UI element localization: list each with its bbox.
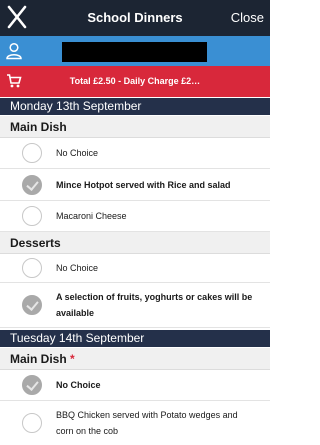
top-bar: School Dinners Close: [0, 0, 270, 36]
option-no-choice[interactable]: No Choice: [0, 255, 270, 283]
option-label: A selection of fruits, yoghurts or cakes…: [56, 292, 253, 318]
option-no-choice[interactable]: No Choice: [0, 371, 270, 401]
total-summary: Total £2.50 - Daily Charge £2…: [69, 76, 201, 86]
option-label: Macaroni Cheese: [56, 211, 127, 221]
radio-button-selected[interactable]: [22, 175, 42, 195]
radio-button-selected[interactable]: [22, 295, 42, 315]
section-title: Main Dish: [10, 120, 67, 134]
option-label: BBQ Chicken served with Potato wedges an…: [56, 410, 238, 436]
required-marker: *: [70, 352, 75, 366]
radio-button[interactable]: [22, 206, 42, 226]
user-icon[interactable]: [5, 42, 23, 60]
day-header-tuesday: Tuesday 14th September: [0, 330, 270, 347]
option-label: Mince Hotpot served with Rice and salad: [56, 180, 231, 190]
option-no-choice[interactable]: No Choice: [0, 139, 270, 169]
radio-button[interactable]: [22, 143, 42, 163]
section-header-main-dish: Main Dish *: [0, 348, 270, 370]
close-button[interactable]: Close: [231, 10, 264, 25]
option-mince-hotpot[interactable]: Mince Hotpot served with Rice and salad: [0, 169, 270, 201]
option-label: No Choice: [56, 380, 101, 390]
section-title: Main Dish: [10, 352, 67, 366]
option-label: No Choice: [56, 148, 99, 158]
section-title: Desserts: [10, 236, 61, 250]
day-header-monday: Monday 13th September: [0, 98, 270, 115]
option-fruit-yoghurt-cakes[interactable]: A selection of fruits, yoghurts or cakes…: [0, 283, 270, 328]
user-bar: [0, 36, 270, 66]
option-bbq-chicken[interactable]: BBQ Chicken served with Potato wedges an…: [0, 401, 270, 445]
radio-button[interactable]: [22, 258, 42, 278]
page-title: School Dinners: [87, 10, 183, 25]
section-header-main-dish: Main Dish: [0, 116, 270, 138]
section-header-desserts: Desserts: [0, 232, 270, 254]
redacted-name-block: [62, 42, 207, 62]
option-label: No Choice: [56, 263, 99, 273]
option-macaroni-cheese[interactable]: Macaroni Cheese: [0, 201, 270, 232]
radio-button-selected[interactable]: [22, 375, 42, 395]
radio-button[interactable]: [22, 413, 42, 433]
total-bar: Total £2.50 - Daily Charge £2…: [0, 66, 270, 97]
